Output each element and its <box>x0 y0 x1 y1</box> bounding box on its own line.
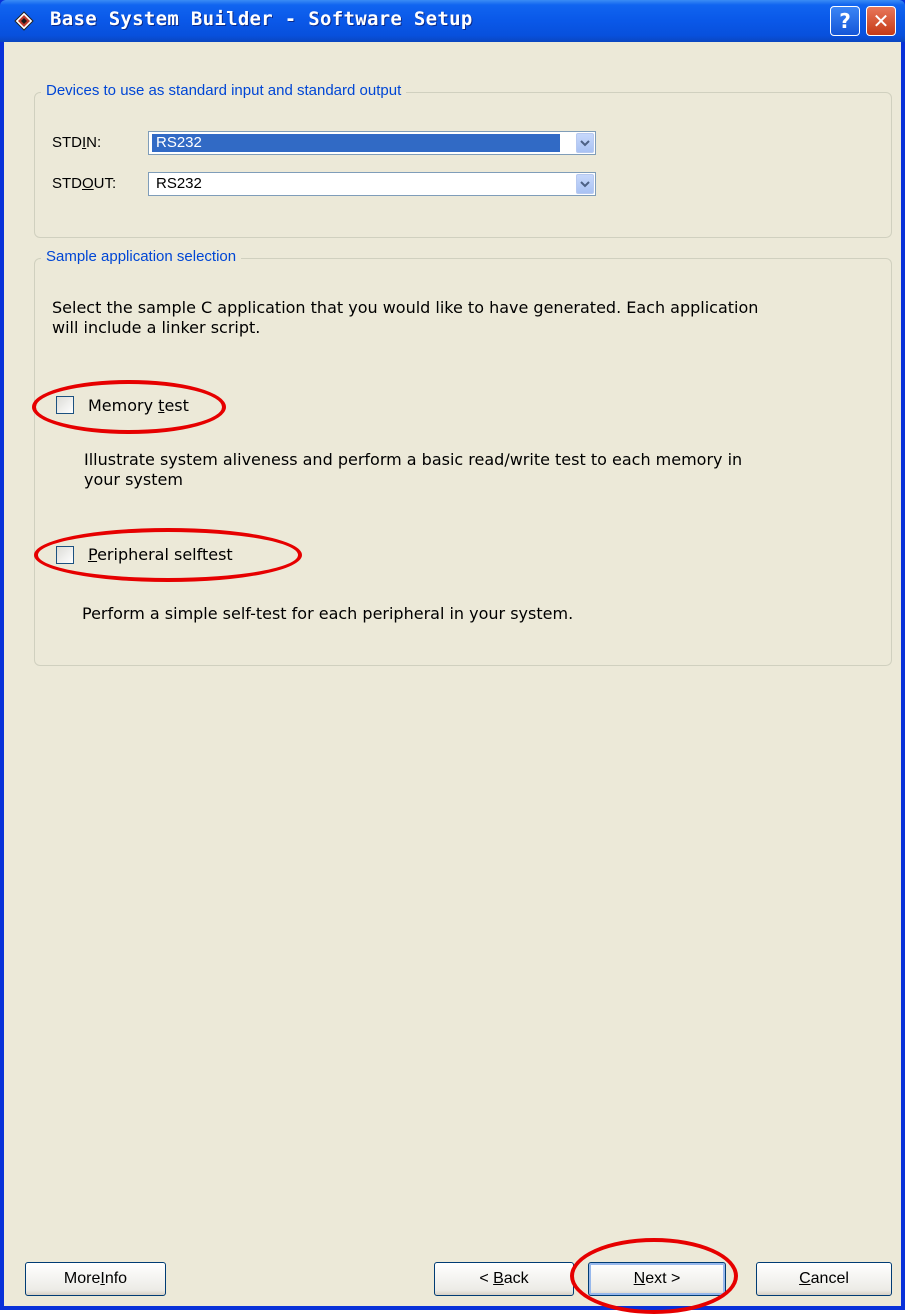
peripheral-selftest-checkbox[interactable] <box>56 546 74 564</box>
cancel-button[interactable]: Cancel <box>756 1262 892 1296</box>
stdout-select[interactable]: RS232 <box>148 172 596 196</box>
chevron-down-icon[interactable] <box>576 133 594 153</box>
sample-app-group-legend: Sample application selection <box>41 248 242 265</box>
memory-test-description: Illustrate system aliveness and perform … <box>84 450 743 489</box>
stdin-select[interactable]: RS232 <box>148 131 596 155</box>
peripheral-selftest-label[interactable]: Peripheral selftest <box>88 545 233 564</box>
window-title: Base System Builder - Software Setup <box>50 8 473 30</box>
devices-group: Devices to use as standard input and sta… <box>34 82 892 238</box>
intro-text: Select the sample C application that you… <box>52 298 759 337</box>
app-diamond-icon <box>14 11 34 31</box>
memory-test-label[interactable]: Memory test <box>88 396 189 415</box>
stdout-label: STDOUT: <box>52 175 117 192</box>
devices-group-legend: Devices to use as standard input and sta… <box>41 82 407 99</box>
wizard-window: Base System Builder - Software Setup ? ✕… <box>0 0 905 1314</box>
next-button[interactable]: Next > <box>588 1262 726 1296</box>
stdout-value: RS232 <box>156 175 202 192</box>
client-area: Devices to use as standard input and sta… <box>4 42 901 1314</box>
close-button[interactable]: ✕ <box>866 6 896 36</box>
back-button[interactable]: < Back <box>434 1262 574 1296</box>
stdin-label: STDIN: <box>52 134 102 151</box>
title-bar[interactable]: Base System Builder - Software Setup ? ✕ <box>0 0 905 42</box>
memory-test-checkbox[interactable] <box>56 396 74 414</box>
close-icon: ✕ <box>872 9 890 33</box>
chevron-down-icon[interactable] <box>576 174 594 194</box>
more-info-button[interactable]: More Info <box>25 1262 166 1296</box>
help-button[interactable]: ? <box>830 6 860 36</box>
help-icon: ? <box>839 9 851 33</box>
stdin-value: RS232 <box>152 134 560 152</box>
peripheral-selftest-description: Perform a simple self-test for each peri… <box>82 604 574 623</box>
